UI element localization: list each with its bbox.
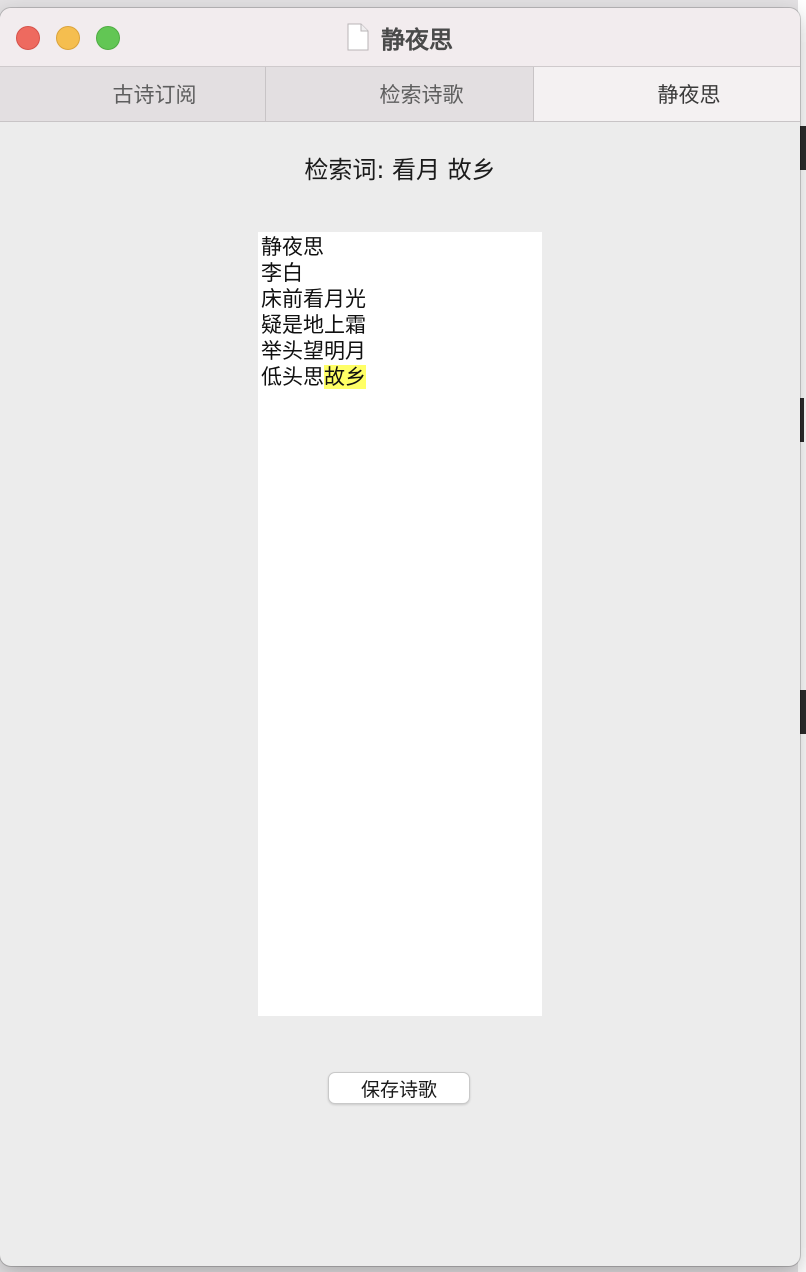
poem-verse-text: 低头思: [261, 365, 324, 389]
search-terms-label: 检索词: 看月 故乡: [304, 156, 496, 184]
poem-verse-line: 床前看月光: [261, 287, 366, 311]
app-window: 静夜思 古诗订阅 检索诗歌 静夜思 检索词: 看月 故乡 静夜思 李白 床前看月…: [0, 8, 800, 1266]
main-content: 检索词: 看月 故乡 静夜思 李白 床前看月光 疑是地上霜 举头望明月 低头思故…: [0, 122, 800, 1266]
poem-title-line: 静夜思: [261, 235, 324, 259]
save-poem-button[interactable]: 保存诗歌: [328, 1072, 470, 1104]
search-match-highlight: 故乡: [324, 365, 366, 389]
poem-verse-line: 举头望明月: [261, 339, 366, 363]
poem-text-view[interactable]: 静夜思 李白 床前看月光 疑是地上霜 举头望明月 低头思故乡: [258, 232, 542, 1016]
window-title: 静夜思: [381, 25, 453, 54]
poem-author-line: 李白: [261, 261, 303, 285]
title-bar[interactable]: 静夜思: [0, 8, 800, 66]
tab-current-poem[interactable]: 静夜思: [534, 67, 800, 121]
tab-search-poems[interactable]: 检索诗歌: [266, 67, 534, 121]
tab-subscribe-poems[interactable]: 古诗订阅: [0, 67, 266, 121]
background-text-fragment: [800, 398, 804, 442]
tab-bar: 古诗订阅 检索诗歌 静夜思: [0, 66, 800, 122]
document-icon: [347, 23, 369, 51]
poem-verse-line: 疑是地上霜: [261, 313, 366, 337]
poem-verse-line: 低头思故乡: [261, 364, 539, 390]
